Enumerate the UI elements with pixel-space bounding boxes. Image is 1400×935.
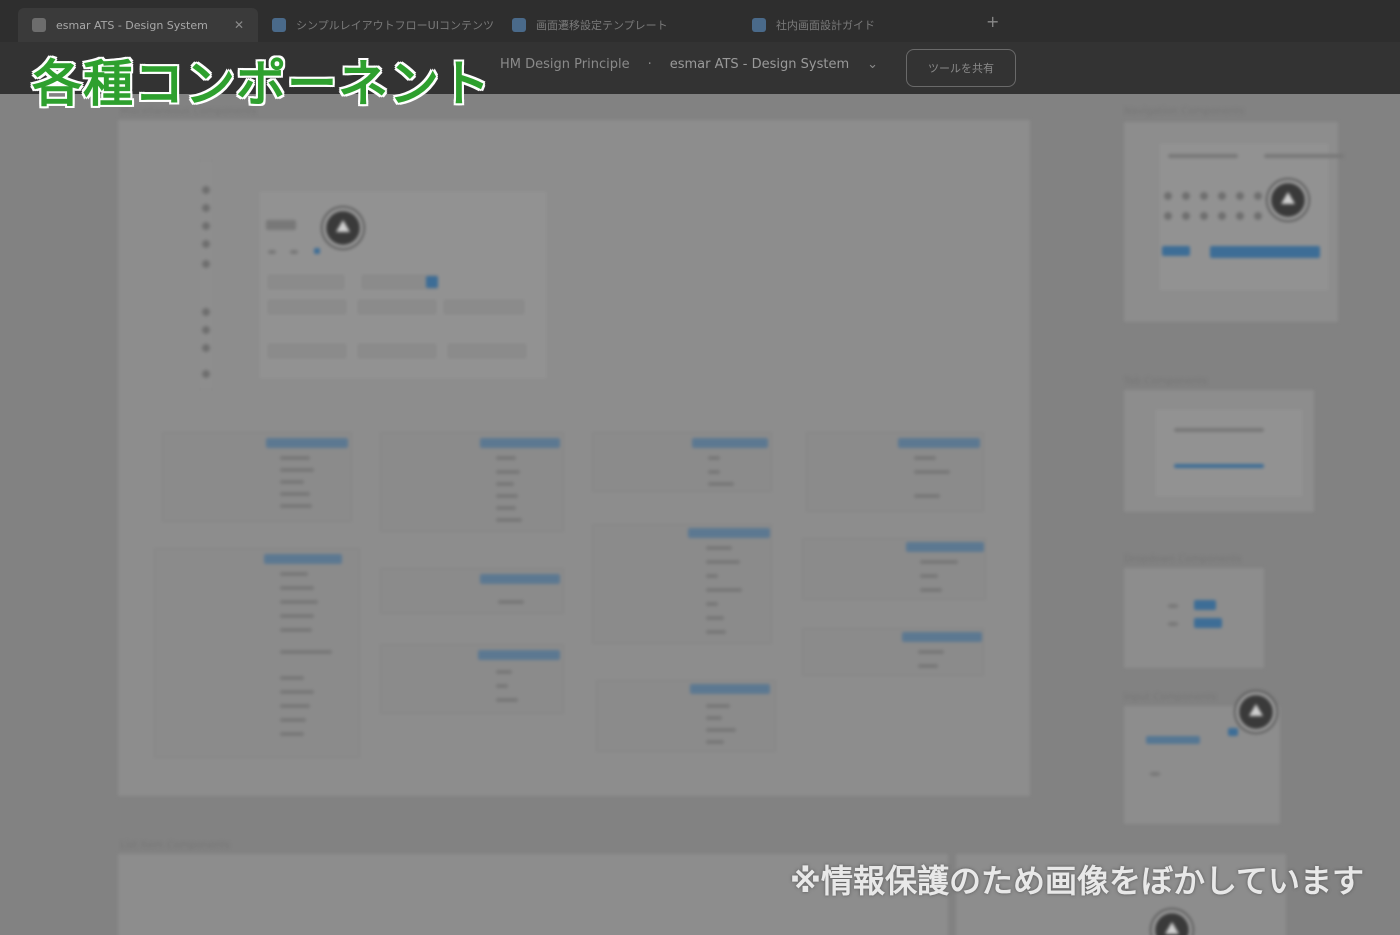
user-avatar-icon [1268, 180, 1308, 220]
input-frame [1124, 692, 1280, 824]
breadcrumb-current[interactable]: esmar ATS - Design System [670, 57, 849, 72]
user-avatar-icon [323, 208, 363, 248]
design-canvas[interactable]: Miscellaneous Components Navigation Comp… [0, 94, 1400, 935]
chevron-down-icon[interactable]: ⌄ [867, 57, 878, 72]
close-icon[interactable]: ✕ [234, 18, 244, 32]
tab-layout-flow[interactable]: シンプルレイアウトフローUIコンテンツ [258, 8, 498, 42]
frame-label: Navigation Components [1124, 106, 1245, 117]
figma-file-icon [272, 18, 286, 32]
frame-label: List Item Components [120, 840, 230, 851]
breadcrumb: HM Design Principle · esmar ATS - Design… [500, 57, 878, 72]
side-nav-sample [198, 160, 214, 390]
user-avatar-icon [1236, 692, 1276, 732]
share-button[interactable]: ツールを共有 [906, 49, 1016, 87]
nav-frame [1124, 122, 1344, 322]
overlay-note: ※情報保護のため画像をぼかしています [789, 862, 1364, 900]
figma-file-icon [752, 18, 766, 32]
tab-design-guide[interactable]: 社内画面設計ガイド [738, 8, 978, 42]
frame-label: Input Components [1124, 692, 1217, 703]
tab-label: シンプルレイアウトフローUIコンテンツ [296, 19, 494, 32]
tab-label: 社内画面設計ガイド [776, 19, 875, 32]
user-avatar-icon [1152, 910, 1192, 935]
dropdown-frame [1124, 568, 1264, 668]
main-frame [118, 120, 1030, 796]
tab-screen-template[interactable]: 画面遷移設定テンプレート [498, 8, 738, 42]
frame-label: Dropdown Components [1124, 554, 1242, 565]
tab-label: 画面遷移設定テンプレート [536, 19, 668, 32]
tab-design-system[interactable]: esmar ATS - Design System ✕ [18, 8, 258, 42]
tab-label: esmar ATS - Design System [56, 18, 208, 32]
blurred-content: Miscellaneous Components Navigation Comp… [0, 94, 1400, 935]
breadcrumb-separator: · [647, 57, 652, 72]
browser-tab-bar: esmar ATS - Design System ✕ シンプルレイアウトフロー… [0, 0, 1400, 42]
overlay-title: 各種コンポーネント [32, 55, 491, 113]
new-tab-plus-icon[interactable]: + [986, 12, 999, 31]
breadcrumb-parent[interactable]: HM Design Principle [500, 57, 630, 72]
figma-file-icon [32, 18, 46, 32]
figma-file-icon [512, 18, 526, 32]
tab-frame [1124, 390, 1314, 512]
frame-label: Tab Components [1124, 376, 1208, 387]
